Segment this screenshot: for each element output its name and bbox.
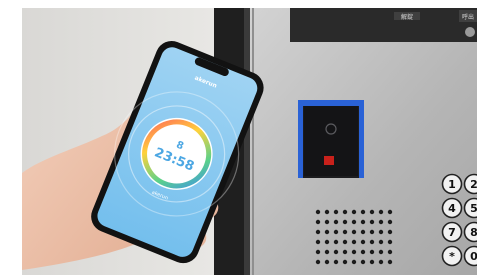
keypad-key: 5: [463, 197, 477, 219]
panel-label-2: 呼出: [462, 13, 474, 21]
speaker-hole: [369, 249, 375, 255]
speaker-hole: [342, 209, 348, 215]
speaker-hole: [351, 209, 357, 215]
speaker-hole: [324, 239, 330, 245]
keypad-key: 8: [463, 221, 477, 243]
speaker-hole: [333, 219, 339, 225]
speaker-hole: [342, 219, 348, 225]
speaker-hole: [360, 229, 366, 235]
speaker-hole: [315, 219, 321, 225]
speaker-hole: [351, 219, 357, 225]
keypad-key-label: 7: [448, 226, 456, 239]
keypad-key-label: 1: [448, 178, 456, 191]
speaker-hole: [351, 249, 357, 255]
speaker-hole: [369, 259, 375, 265]
speaker-hole: [351, 229, 357, 235]
speaker-hole: [324, 249, 330, 255]
speaker-hole: [360, 249, 366, 255]
panel-label-1: 解錠: [401, 13, 413, 21]
speaker-hole: [360, 239, 366, 245]
speaker-hole: [378, 249, 384, 255]
keypad-key-label: 4: [448, 202, 456, 215]
speaker-hole: [351, 239, 357, 245]
speaker-hole: [324, 219, 330, 225]
speaker-hole: [378, 229, 384, 235]
keypad-key-label: 8: [470, 226, 477, 239]
speaker-hole: [387, 239, 393, 245]
speaker-hole: [333, 239, 339, 245]
photo-frame: 解錠 呼出 1 2 4 5 7 8 * 0 akerun 8 23:58 akerun: [22, 8, 477, 275]
bell-icon: [465, 27, 475, 37]
speaker-hole: [387, 249, 393, 255]
speaker-hole: [387, 229, 393, 235]
speaker-hole: [369, 239, 375, 245]
speaker-hole: [378, 259, 384, 265]
keypad-key: *: [441, 245, 463, 267]
keypad-key: 1: [441, 173, 463, 195]
speaker-hole: [378, 209, 384, 215]
speaker-hole: [324, 259, 330, 265]
speaker-hole: [315, 259, 321, 265]
speaker-hole: [315, 249, 321, 255]
speaker-hole: [387, 219, 393, 225]
speaker-hole: [360, 219, 366, 225]
speaker-hole: [369, 229, 375, 235]
card-reader: [298, 100, 364, 178]
speaker-hole: [324, 209, 330, 215]
speaker-hole: [378, 219, 384, 225]
keypad-key-label: 5: [470, 202, 477, 215]
speaker-hole: [351, 259, 357, 265]
reader-led: [324, 156, 334, 165]
keypad-key: 4: [441, 197, 463, 219]
keypad-key: 0: [463, 245, 477, 267]
speaker-hole: [387, 209, 393, 215]
keypad-key-label: 2: [470, 178, 477, 191]
speaker-hole: [360, 259, 366, 265]
keypad-key: 2: [463, 173, 477, 195]
speaker-hole: [333, 229, 339, 235]
speaker-hole: [342, 239, 348, 245]
speaker-hole: [333, 259, 339, 265]
speaker-hole: [342, 229, 348, 235]
panel-display-strip: [290, 8, 477, 42]
speaker-hole: [315, 239, 321, 245]
speaker-hole: [315, 229, 321, 235]
scene-photo: 解錠 呼出 1 24 57 8* 0 akerun 8 23:58 akerun: [22, 8, 477, 275]
keypad-key: 7: [441, 221, 463, 243]
speaker-hole: [378, 239, 384, 245]
speaker-hole: [387, 259, 393, 265]
speaker-hole: [360, 209, 366, 215]
speaker-hole: [369, 219, 375, 225]
speaker-hole: [342, 259, 348, 265]
speaker-hole: [369, 209, 375, 215]
speaker-hole: [315, 209, 321, 215]
speaker-hole: [324, 229, 330, 235]
speaker-hole: [333, 249, 339, 255]
speaker-hole: [333, 209, 339, 215]
keypad-key-label: *: [449, 250, 455, 263]
speaker-hole: [342, 249, 348, 255]
keypad-key-label: 0: [470, 250, 477, 263]
